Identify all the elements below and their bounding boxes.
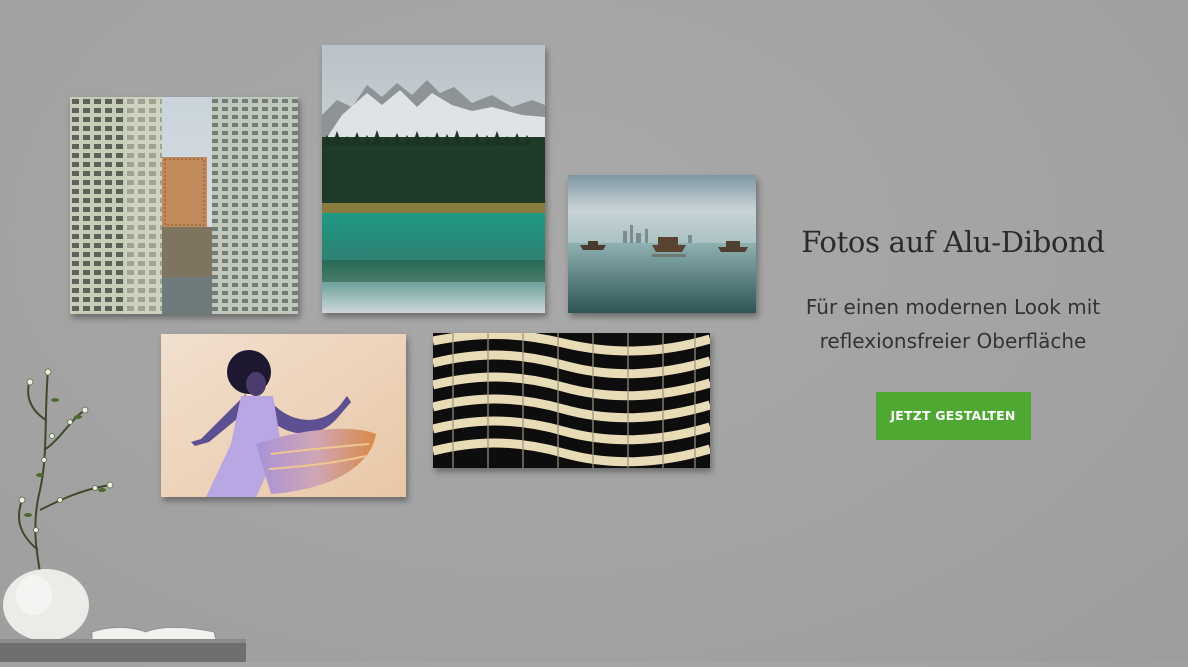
photo-harbor-skyline-boats — [568, 175, 756, 313]
photo-mountain-lake-reflection — [322, 45, 545, 313]
branch-decoration — [18, 369, 111, 601]
hero-subline-line-2: reflexionsfreier Oberfläche — [819, 329, 1087, 353]
hero-text-block: Fotos auf Alu-Dibond Für einen modernen … — [775, 220, 1131, 440]
photo-city-apartment-blocks — [70, 97, 298, 314]
hero-subline: Für einen modernen Look mit reflexionsfr… — [775, 290, 1131, 358]
jetzt-gestalten-button[interactable]: JETZT GESTALTEN — [875, 392, 1031, 440]
hero-subline-line-1: Für einen modernen Look mit — [805, 295, 1101, 319]
open-book — [91, 627, 217, 641]
hero-headline: Fotos auf Alu-Dibond — [801, 225, 1105, 259]
decor-vase-sideboard — [0, 360, 250, 662]
photo-wavy-architecture — [433, 333, 710, 468]
